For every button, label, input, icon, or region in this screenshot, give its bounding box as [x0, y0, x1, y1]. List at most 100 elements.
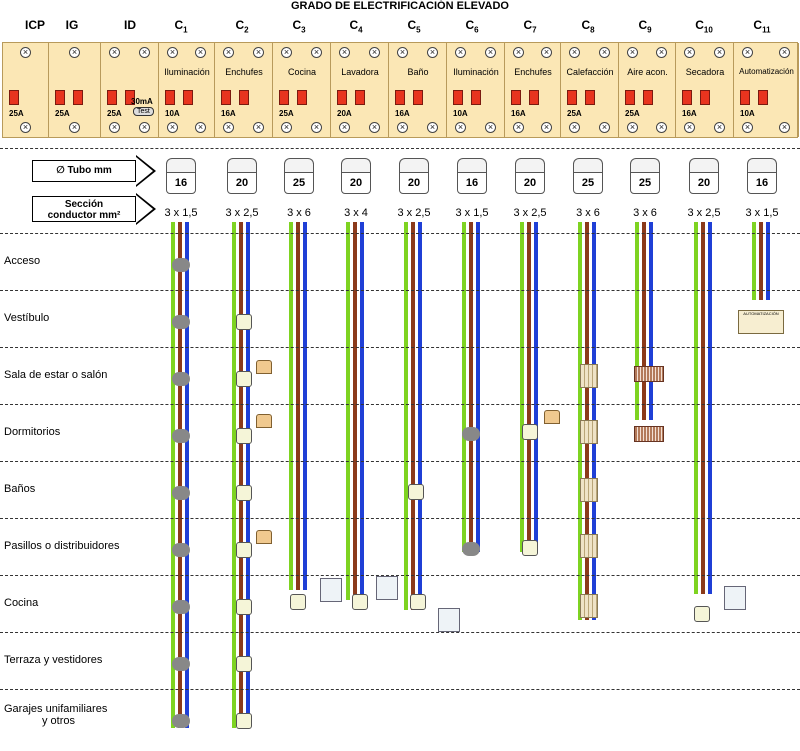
row-separator — [0, 404, 800, 405]
screw-icon: × — [339, 122, 350, 133]
conductor-section: 3 x 4 — [344, 207, 368, 219]
conductor-section: 3 x 2,5 — [397, 207, 431, 219]
breaker-switch[interactable] — [567, 90, 577, 105]
wire-blue — [303, 222, 307, 590]
column-header-label: ID — [124, 18, 136, 32]
wire-blue — [649, 222, 653, 420]
wire-green — [462, 222, 466, 552]
breaker-switch[interactable] — [643, 90, 653, 105]
column-header-c2: C2 — [212, 18, 272, 34]
breaker-switch[interactable] — [221, 90, 231, 105]
breaker-switch[interactable] — [413, 90, 423, 105]
circuit-name: Secadora — [685, 67, 725, 77]
screw-icon: × — [427, 47, 438, 58]
breaker-switch[interactable] — [471, 90, 481, 105]
socket-icon — [236, 656, 252, 672]
breaker-switch[interactable] — [355, 90, 365, 105]
breaker-switch[interactable] — [279, 90, 289, 105]
lamp-icon — [544, 410, 560, 424]
room-label-3: Dormitorios — [4, 426, 60, 438]
breaker-switch[interactable] — [529, 90, 539, 105]
tube-diameter: 25 — [284, 172, 314, 194]
room-label-line1: Sala de estar o salón — [4, 369, 108, 381]
row-separator — [0, 689, 800, 690]
id-test-button[interactable]: Test — [133, 107, 154, 116]
screw-icon: × — [253, 47, 264, 58]
light-switch-icon — [172, 315, 190, 329]
row-separator — [0, 518, 800, 519]
screw-icon: × — [281, 47, 292, 58]
column-header-sub: 7 — [532, 25, 537, 35]
column-header-c3: C3 — [269, 18, 329, 34]
column-header-label: C — [174, 18, 184, 32]
conductor-section: 3 x 1,5 — [164, 207, 198, 219]
breaker-switch[interactable] — [107, 90, 117, 105]
breaker-switch[interactable] — [165, 90, 175, 105]
wire-brown — [701, 222, 705, 594]
breaker-switch[interactable] — [682, 90, 692, 105]
light-switch-icon — [462, 427, 480, 441]
room-label-0: Acceso — [4, 255, 40, 267]
breaker-amp: 16A — [221, 109, 236, 118]
tube-diameter: 25 — [573, 172, 603, 194]
breaker-switch[interactable] — [297, 90, 307, 105]
screw-icon: × — [599, 47, 610, 58]
breaker-switch[interactable] — [337, 90, 347, 105]
breaker-switch[interactable] — [73, 90, 83, 105]
column-header-sub: 11 — [762, 25, 771, 35]
breaker-amp: 25A — [279, 109, 294, 118]
screw-icon: × — [714, 47, 725, 58]
screw-icon: × — [369, 47, 380, 58]
wire-green — [635, 222, 639, 420]
breaker-amp: 25A — [567, 109, 582, 118]
breaker-switch[interactable] — [758, 90, 768, 105]
tubo-label: ∅ Tubo mm — [32, 160, 136, 182]
circuit-name: Lavadora — [341, 67, 379, 77]
conductor-section: 3 x 6 — [633, 207, 657, 219]
column-header-c11: C11 — [732, 18, 792, 34]
wire-blue — [185, 222, 189, 728]
screw-icon: × — [569, 122, 580, 133]
column-header-sub: 4 — [358, 25, 363, 35]
screw-icon: × — [656, 47, 667, 58]
wire-blue — [476, 222, 480, 552]
screw-icon: × — [369, 122, 380, 133]
wire-green — [694, 222, 698, 594]
row-separator — [0, 461, 800, 462]
breaker-switch[interactable] — [585, 90, 595, 105]
screw-icon: × — [397, 47, 408, 58]
panel-cell-icp: × × 25A — [3, 43, 49, 137]
panel-cell-c2: × × × × 16A Enchufes — [215, 43, 273, 137]
breaker-amp: 16A — [511, 109, 526, 118]
breaker-switch[interactable] — [625, 90, 635, 105]
wire-blue — [708, 222, 712, 594]
panel-cell-c9: × × × × 25A Aire acon. — [619, 43, 676, 137]
breaker-switch[interactable] — [453, 90, 463, 105]
breaker-switch[interactable] — [740, 90, 750, 105]
screw-icon: × — [167, 122, 178, 133]
breaker-switch[interactable] — [183, 90, 193, 105]
room-label-2: Sala de estar o salón — [4, 369, 107, 381]
conductor-section: 3 x 1,5 — [745, 207, 779, 219]
screw-icon: × — [513, 47, 524, 58]
socket-icon — [522, 540, 538, 556]
tube-diameter: 20 — [227, 172, 257, 194]
breaker-switch[interactable] — [700, 90, 710, 105]
screw-icon: × — [195, 122, 206, 133]
lamp-icon — [256, 360, 272, 374]
breaker-switch[interactable] — [9, 90, 19, 105]
breaker-switch[interactable] — [395, 90, 405, 105]
lamp-icon — [256, 414, 272, 428]
screw-icon: × — [455, 47, 466, 58]
screw-icon: × — [167, 47, 178, 58]
column-header-label: C — [523, 18, 533, 32]
tube-diameter: 20 — [399, 172, 429, 194]
breaker-switch[interactable] — [55, 90, 65, 105]
column-header-sub: 5 — [416, 25, 421, 35]
row-separator — [0, 575, 800, 576]
panel-cell-c1: × × × × 10A Iluminación — [159, 43, 215, 137]
seccion-label-line2: conductor mm² — [47, 210, 121, 221]
breaker-switch[interactable] — [511, 90, 521, 105]
breaker-switch[interactable] — [239, 90, 249, 105]
column-header-c4: C4 — [326, 18, 386, 34]
